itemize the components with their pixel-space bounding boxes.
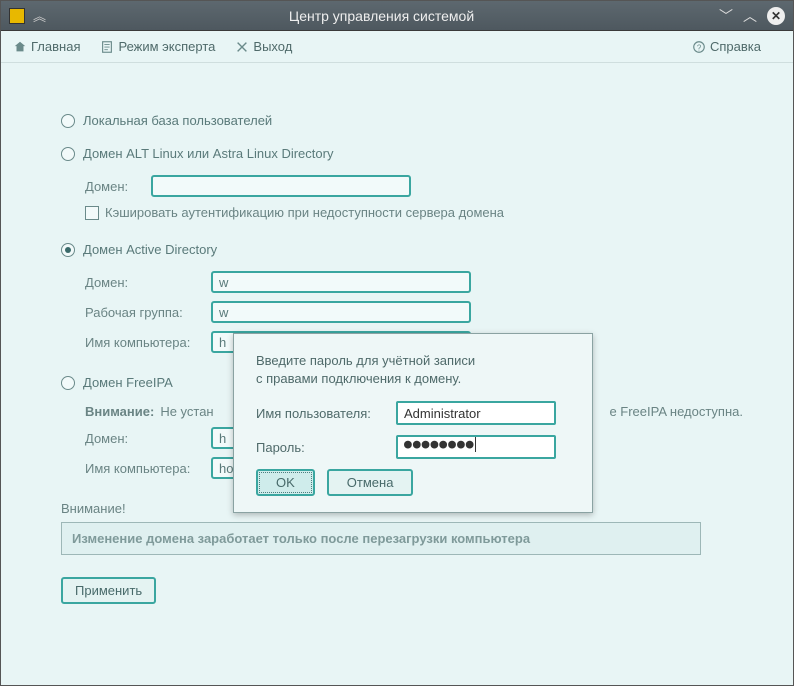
radio-alt-domain[interactable] — [61, 147, 75, 161]
radio-ad-domain[interactable] — [61, 243, 75, 257]
exit-label: Выход — [253, 39, 292, 54]
expert-mode-button[interactable]: Режим эксперта — [100, 39, 215, 54]
maximize-icon[interactable]: ︿ — [743, 6, 757, 26]
auth-dialog: Введите пароль для учётной записи с прав… — [233, 333, 593, 513]
radio-freeipa-label: Домен FreeIPA — [83, 375, 173, 390]
titlebar-expand-icon[interactable]: ︽ — [33, 6, 46, 25]
document-icon — [100, 40, 114, 54]
freeipa-domain-label: Домен: — [85, 431, 205, 446]
ad-domain-input[interactable] — [211, 271, 471, 293]
titlebar: ︽ Центр управления системой ﹀ ︿ ✕ — [1, 1, 793, 31]
ad-computer-label: Имя компьютера: — [85, 335, 205, 350]
radio-local-users[interactable] — [61, 114, 75, 128]
window-title: Центр управления системой — [54, 8, 709, 24]
dialog-user-label: Имя пользователя: — [256, 406, 386, 421]
alt-domain-input[interactable] — [151, 175, 411, 197]
app-icon — [9, 8, 25, 24]
close-x-icon — [235, 40, 249, 54]
svg-text:?: ? — [697, 43, 702, 52]
dialog-cancel-button[interactable]: Отмена — [327, 469, 414, 496]
radio-ad-domain-label: Домен Active Directory — [83, 242, 217, 257]
radio-local-users-label: Локальная база пользователей — [83, 113, 272, 128]
cache-auth-checkbox[interactable] — [85, 206, 99, 220]
freeipa-warn-post: е FreeIPA недоступна. — [609, 404, 743, 419]
radio-alt-domain-label: Домен ALT Linux или Astra Linux Director… — [83, 146, 333, 161]
exit-button[interactable]: Выход — [235, 39, 292, 54]
home-icon — [13, 40, 27, 54]
help-button[interactable]: ? Справка — [692, 39, 761, 54]
home-button[interactable]: Главная — [13, 39, 80, 54]
close-icon[interactable]: ✕ — [767, 7, 785, 25]
ad-domain-label: Домен: — [85, 275, 205, 290]
expert-label: Режим эксперта — [118, 39, 215, 54]
help-icon: ? — [692, 40, 706, 54]
freeipa-warn-label: Внимание: — [85, 404, 154, 419]
apply-button[interactable]: Применить — [61, 577, 156, 604]
home-label: Главная — [31, 39, 80, 54]
freeipa-computer-label: Имя компьютера: — [85, 461, 205, 476]
attention-box: Изменение домена заработает только после… — [61, 522, 701, 555]
cache-auth-label: Кэшировать аутентификацию при недоступно… — [105, 205, 504, 220]
alt-domain-label: Домен: — [85, 179, 145, 194]
toolbar: Главная Режим эксперта Выход ? Справка — [1, 31, 793, 63]
help-label: Справка — [710, 39, 761, 54]
radio-freeipa[interactable] — [61, 376, 75, 390]
dialog-message: Введите пароль для учётной записи с прав… — [256, 352, 570, 387]
dialog-password-input[interactable]: ●●●●●●●● — [396, 435, 556, 459]
ad-workgroup-label: Рабочая группа: — [85, 305, 205, 320]
freeipa-warn-pre: Не устан — [160, 404, 213, 419]
dialog-ok-button[interactable]: OK — [256, 469, 315, 496]
minimize-icon[interactable]: ﹀ — [719, 6, 733, 26]
dialog-password-label: Пароль: — [256, 440, 386, 455]
dialog-user-input[interactable] — [396, 401, 556, 425]
main-content: Локальная база пользователей Домен ALT L… — [1, 63, 793, 685]
ad-workgroup-input[interactable] — [211, 301, 471, 323]
